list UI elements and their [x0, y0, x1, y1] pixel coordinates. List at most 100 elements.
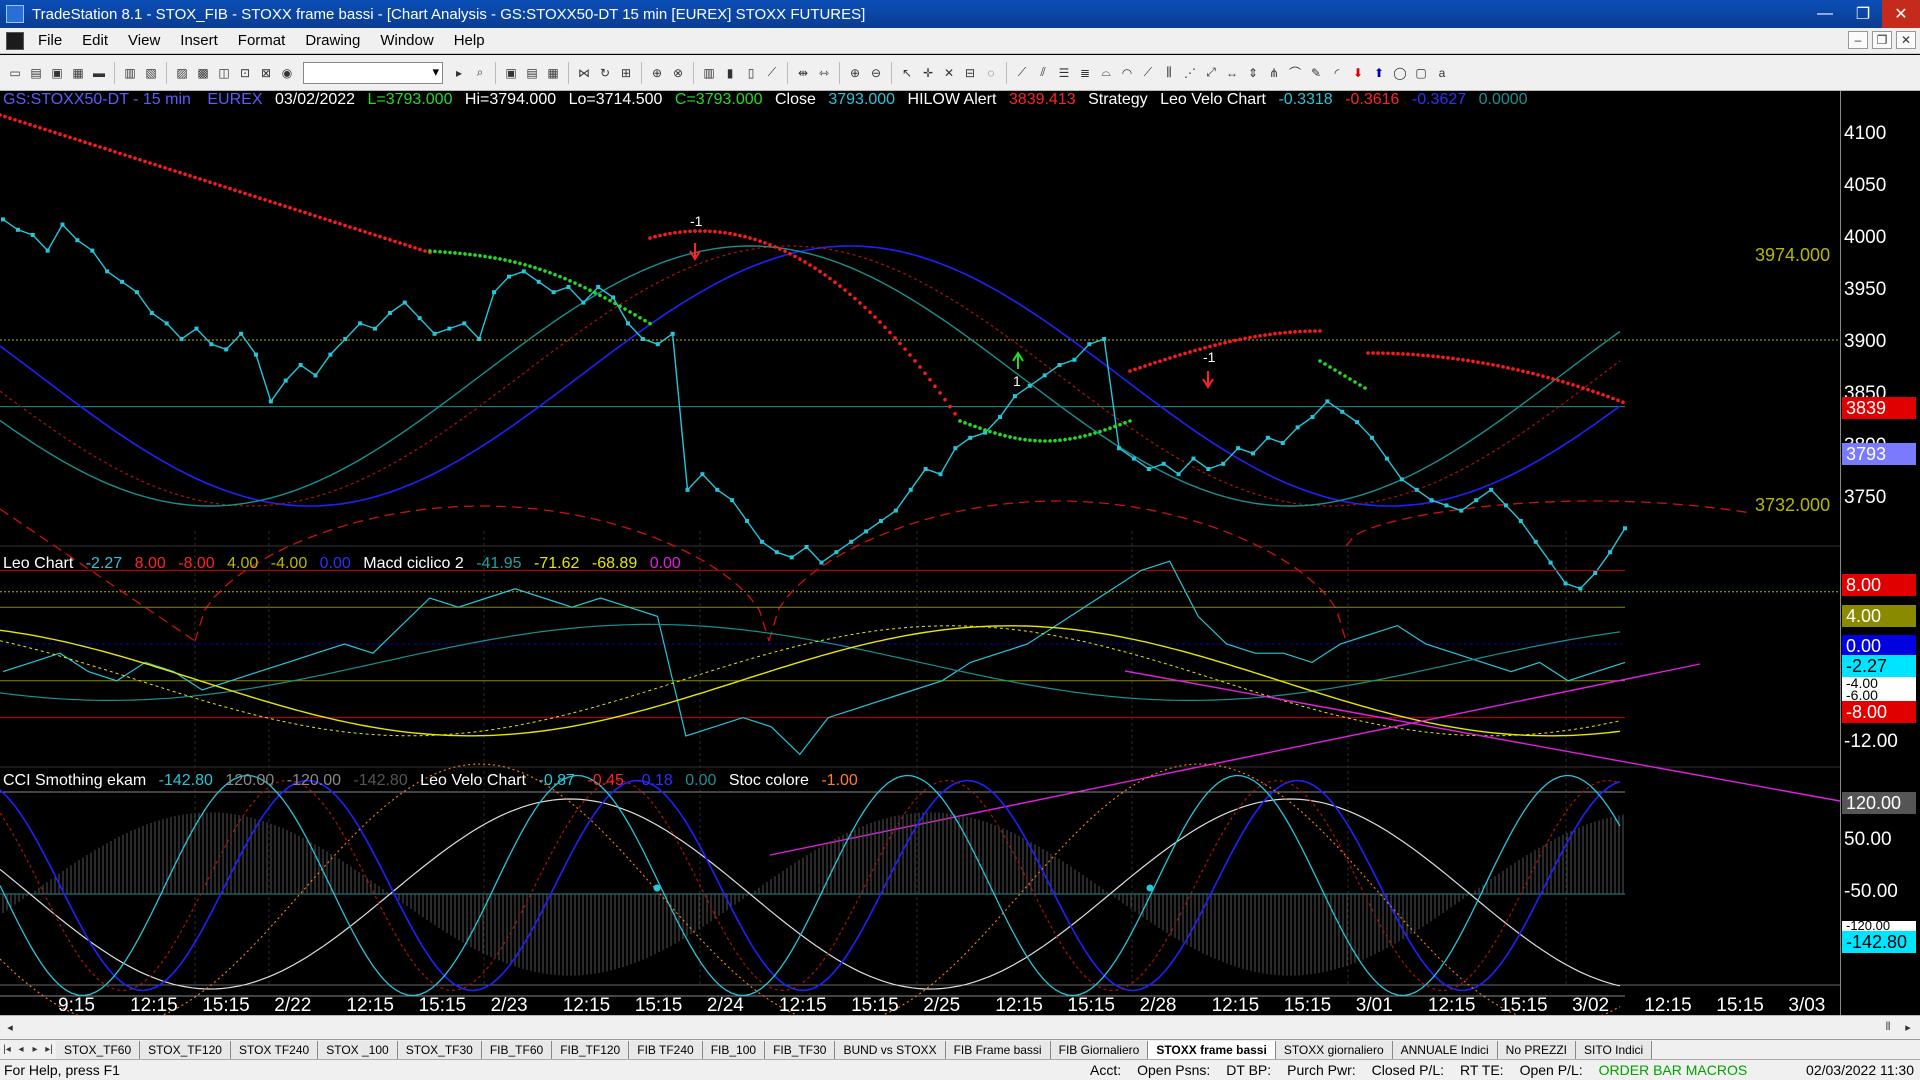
tab-bund-vs-stoxx[interactable]: BUND vs STOXX [835, 1040, 946, 1059]
restore-button[interactable]: ❐ [1844, 0, 1882, 28]
tab-sito-indici[interactable]: SITO Indici [1576, 1040, 1653, 1059]
ray-icon[interactable]: ↔ [1223, 64, 1241, 82]
tab-stox-tf30[interactable]: STOX_TF30 [397, 1040, 482, 1059]
channel-icon[interactable]: ⫽ [1034, 64, 1052, 82]
tab-stox-100[interactable]: STOX _100 [318, 1040, 398, 1059]
tab-stox-tf240[interactable]: STOX TF240 [230, 1040, 319, 1059]
save-all-icon[interactable]: ▦ [69, 64, 87, 82]
tab-fib-tf60[interactable]: FIB_TF60 [481, 1040, 553, 1059]
folder-icon[interactable]: ▬ [90, 64, 108, 82]
spacing-icon[interactable]: ⇿ [815, 64, 833, 82]
tab-annuale-indici[interactable]: ANNUALE Indici [1392, 1040, 1498, 1059]
mdi-restore-button[interactable]: ❐ [1872, 31, 1892, 49]
tab-fib-tf240[interactable]: FIB TF240 [629, 1040, 703, 1059]
scroll-right-icon[interactable]: ▸ [1900, 1019, 1916, 1035]
print-icon[interactable]: ▧ [142, 64, 160, 82]
gann-icon[interactable]: ⋰ [1181, 64, 1199, 82]
tab-fib-tf120[interactable]: FIB_TF120 [552, 1040, 630, 1059]
alert-icon[interactable]: ◌ [982, 64, 1000, 82]
arc2-icon[interactable]: ◜ [1328, 64, 1346, 82]
find-symbol-icon[interactable]: ⌕ [471, 64, 489, 82]
link-icon[interactable]: ⋈ [575, 64, 593, 82]
menu-edit[interactable]: Edit [72, 32, 118, 49]
globe-icon[interactable]: ◉ [278, 64, 296, 82]
radar-icon[interactable]: ▤ [523, 64, 541, 82]
matrix-icon[interactable]: ▦ [544, 64, 562, 82]
fib-arc-icon[interactable]: ◠ [1118, 64, 1136, 82]
layout-icon[interactable]: ▩ [194, 64, 212, 82]
lock-icon[interactable]: ⊡ [236, 64, 254, 82]
close-button[interactable]: ✕ [1882, 0, 1920, 28]
order-icon[interactable]: ⊟ [961, 64, 979, 82]
time-zone-icon[interactable]: ⫼ [1160, 64, 1178, 82]
save-icon[interactable]: ▣ [48, 64, 66, 82]
tab-prev-icon[interactable]: ◂ [14, 1044, 28, 1055]
scroll-thumb-icon[interactable]: ⦀ [1880, 1019, 1896, 1035]
bar-icon[interactable]: ▮ [721, 64, 739, 82]
print-preview-icon[interactable]: ▥ [121, 64, 139, 82]
ellipse-icon[interactable]: ◯ [1391, 64, 1409, 82]
workspace-icon[interactable]: ▨ [173, 64, 191, 82]
tab-fib-100[interactable]: FIB_100 [702, 1040, 766, 1059]
play-icon[interactable]: ▸ [450, 64, 468, 82]
pointer-icon[interactable]: ↖ [898, 64, 916, 82]
menu-help[interactable]: Help [444, 32, 495, 49]
horizontal-line-icon[interactable]: ☰ [1055, 64, 1073, 82]
tab-stoxx-giornaliero[interactable]: STOXX giornaliero [1275, 1040, 1393, 1059]
chart-type-icon[interactable]: ▥ [700, 64, 718, 82]
interval-icon[interactable]: ⇹ [794, 64, 812, 82]
tab-stoxx-frame-bassi[interactable]: STOXX frame bassi [1148, 1040, 1276, 1059]
candle-icon[interactable]: ▯ [742, 64, 760, 82]
open-icon[interactable]: ▤ [27, 64, 45, 82]
fib-fan-icon[interactable]: ⌓ [1097, 64, 1115, 82]
tab-stox-tf60[interactable]: STOX_TF60 [56, 1040, 141, 1059]
tab-fib-tf30[interactable]: FIB_TF30 [765, 1040, 836, 1059]
delete-icon[interactable]: ⊠ [257, 64, 275, 82]
arc-icon[interactable]: ⌒ [1286, 64, 1304, 82]
horizontal-scrollbar[interactable]: ◂ ⦀ ▸ [0, 1015, 1920, 1039]
down-arrow-icon[interactable]: ⬇ [1349, 64, 1367, 82]
tab-first-icon[interactable]: |◂ [0, 1044, 14, 1055]
rectangle-icon[interactable]: ▢ [1412, 64, 1430, 82]
macros-label[interactable]: ORDER BAR MACROS [1599, 1062, 1748, 1078]
menu-view[interactable]: View [118, 32, 170, 49]
window-icon[interactable]: ◫ [215, 64, 233, 82]
menu-format[interactable]: Format [228, 32, 296, 49]
chart-icon[interactable]: ▣ [502, 64, 520, 82]
tab-fib-frame-bassi[interactable]: FIB Frame bassi [945, 1040, 1051, 1059]
menu-insert[interactable]: Insert [170, 32, 228, 49]
symbol-combo[interactable] [303, 61, 443, 84]
line-icon[interactable]: ⟋ [763, 64, 781, 82]
pen-icon[interactable]: ✎ [1307, 64, 1325, 82]
speed-lines-icon[interactable]: ⟋ [1139, 64, 1157, 82]
tab-next-icon[interactable]: ▸ [28, 1044, 42, 1055]
chart-area[interactable]: GS:STOXX50-DT - 15 min EUREX 03/02/2022 … [0, 91, 1920, 1025]
new-icon[interactable]: ▭ [6, 64, 24, 82]
crosshair-icon[interactable]: ✛ [919, 64, 937, 82]
refresh-icon[interactable]: ↻ [596, 64, 614, 82]
trendline-icon[interactable]: ⟋ [1013, 64, 1031, 82]
tab-stox-tf120[interactable]: STOX_TF120 [140, 1040, 231, 1059]
zoom-out-icon[interactable]: ⊖ [867, 64, 885, 82]
indicator-icon[interactable]: ⊕ [648, 64, 666, 82]
vertical-line-icon[interactable]: ⇕ [1244, 64, 1262, 82]
menu-drawing[interactable]: Drawing [295, 32, 370, 49]
mdi-minimize-button[interactable]: – [1848, 31, 1868, 49]
regression-icon[interactable]: ⤢ [1202, 64, 1220, 82]
tab-fib-giornaliero[interactable]: FIB Giornaliero [1050, 1040, 1149, 1059]
data-icon[interactable]: ⊞ [617, 64, 635, 82]
text-icon[interactable]: a [1433, 64, 1451, 82]
fib-retrace-icon[interactable]: ≣ [1076, 64, 1094, 82]
zoom-in-icon[interactable]: ⊕ [846, 64, 864, 82]
tab-last-icon[interactable]: ▸| [42, 1044, 56, 1055]
tools-icon[interactable]: ✕ [940, 64, 958, 82]
menu-file[interactable]: File [28, 32, 72, 49]
up-arrow-icon[interactable]: ⬆ [1370, 64, 1388, 82]
scroll-left-icon[interactable]: ◂ [2, 1019, 18, 1035]
minimize-button[interactable]: — [1806, 0, 1844, 28]
mdi-close-button[interactable]: ✕ [1896, 31, 1916, 49]
andrews-icon[interactable]: ⋔ [1265, 64, 1283, 82]
menu-window[interactable]: Window [370, 32, 443, 49]
strategy-icon[interactable]: ⊗ [669, 64, 687, 82]
chart-window-icon[interactable] [6, 31, 24, 50]
